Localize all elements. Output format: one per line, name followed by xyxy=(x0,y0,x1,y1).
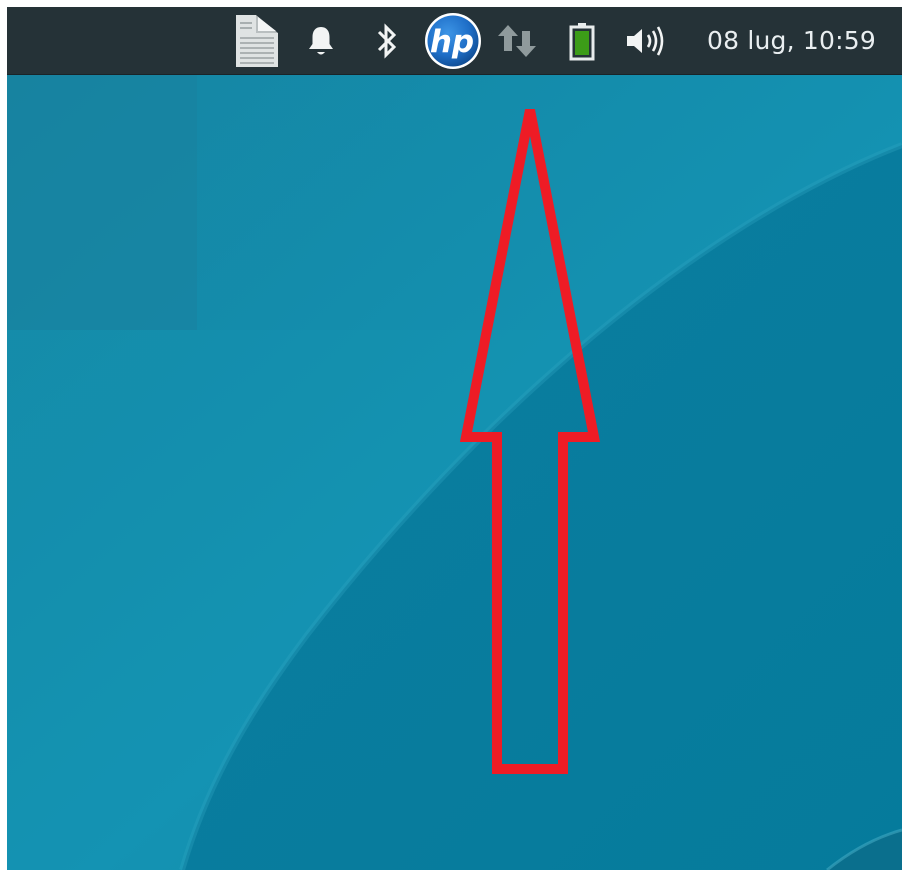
wallpaper-graphic xyxy=(7,75,902,870)
bluetooth-icon[interactable] xyxy=(372,7,402,74)
battery-icon[interactable] xyxy=(565,7,599,74)
clock[interactable]: 08 lug, 10:59 xyxy=(707,7,876,74)
document-icon[interactable] xyxy=(229,7,285,74)
hp-logo-text: hp xyxy=(430,24,474,60)
volume-icon[interactable] xyxy=(622,7,670,74)
desktop-wallpaper xyxy=(7,75,902,870)
notification-bell-icon[interactable] xyxy=(303,7,339,74)
hp-logo-icon[interactable]: hp xyxy=(423,7,483,74)
top-panel: hp 08 lug, 10:59 xyxy=(7,7,902,75)
screen: hp 08 lug, 10:59 xyxy=(7,7,902,870)
network-transfer-icon[interactable] xyxy=(492,7,544,74)
